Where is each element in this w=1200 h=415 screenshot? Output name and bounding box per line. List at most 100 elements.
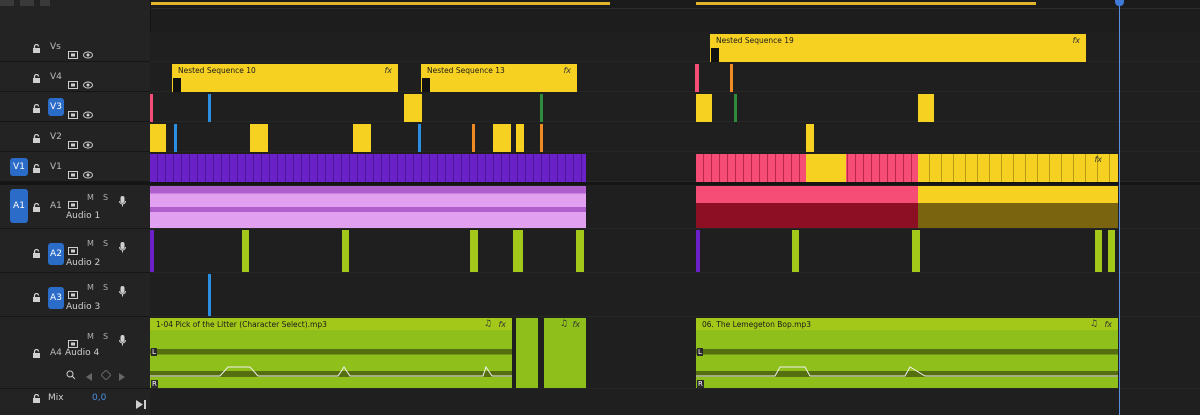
lock-icon[interactable] bbox=[32, 164, 41, 173]
skip-to-end-icon[interactable] bbox=[136, 394, 146, 413]
prev-keyframe-icon[interactable] bbox=[86, 366, 93, 385]
sync-lock-icon[interactable] bbox=[68, 164, 78, 179]
eye-icon[interactable] bbox=[83, 134, 93, 149]
clip[interactable] bbox=[516, 124, 524, 152]
clip[interactable] bbox=[150, 124, 166, 152]
clip[interactable] bbox=[734, 94, 737, 122]
lock-icon[interactable] bbox=[32, 394, 41, 403]
clip-nested-sequence-10[interactable]: Nested Sequence 10 fx bbox=[172, 64, 398, 92]
clip[interactable] bbox=[353, 124, 371, 152]
clip[interactable] bbox=[208, 94, 211, 122]
solo-toggle[interactable]: S bbox=[103, 193, 108, 202]
lane-a4[interactable]: 1-04 Pick of the Litter (Character Selec… bbox=[150, 317, 1200, 389]
next-keyframe-icon[interactable] bbox=[119, 366, 126, 385]
clip[interactable] bbox=[1095, 230, 1102, 272]
clip-nested-sequence-19[interactable]: Nested Sequence 19 fx bbox=[710, 34, 1086, 62]
clip[interactable] bbox=[792, 230, 799, 272]
lane-a2[interactable] bbox=[150, 229, 1200, 273]
sync-lock-icon[interactable] bbox=[68, 104, 78, 119]
mic-icon[interactable] bbox=[119, 331, 126, 346]
fx-badge[interactable]: fx bbox=[563, 66, 571, 75]
clip[interactable] bbox=[493, 124, 511, 152]
clip[interactable] bbox=[513, 230, 523, 272]
volume-keyframe-lines[interactable] bbox=[150, 317, 1200, 389]
clip[interactable] bbox=[912, 230, 920, 272]
lane-a1[interactable] bbox=[150, 185, 1200, 229]
lane-v2[interactable] bbox=[150, 122, 1200, 152]
source-patch-a1[interactable]: A1 bbox=[10, 189, 28, 223]
mic-icon[interactable] bbox=[119, 238, 126, 253]
solo-toggle[interactable]: S bbox=[103, 283, 108, 292]
eye-icon[interactable] bbox=[83, 74, 93, 89]
lane-mix[interactable] bbox=[150, 389, 1200, 415]
sync-lock-icon[interactable] bbox=[68, 134, 78, 149]
clip[interactable] bbox=[470, 230, 478, 272]
clip[interactable] bbox=[404, 94, 422, 122]
work-area-bar[interactable] bbox=[150, 2, 610, 5]
eye-icon[interactable] bbox=[83, 164, 93, 179]
sync-lock-icon[interactable] bbox=[68, 44, 78, 59]
clip[interactable] bbox=[806, 124, 814, 152]
clip[interactable] bbox=[472, 124, 475, 152]
clip[interactable] bbox=[342, 230, 349, 272]
clip[interactable] bbox=[576, 230, 584, 272]
clip[interactable] bbox=[918, 94, 934, 122]
lock-icon[interactable] bbox=[32, 293, 41, 302]
clip[interactable] bbox=[696, 230, 700, 272]
sync-lock-icon[interactable] bbox=[68, 74, 78, 89]
lane-v4[interactable]: Nested Sequence 10 fx Nested Sequence 13… bbox=[150, 62, 1200, 92]
clip-audio-1[interactable] bbox=[150, 186, 586, 228]
clip-sliver[interactable] bbox=[695, 64, 699, 92]
lock-icon[interactable] bbox=[32, 349, 41, 358]
lock-icon[interactable] bbox=[32, 44, 41, 53]
add-keyframe-icon[interactable] bbox=[100, 365, 112, 384]
sync-lock-icon[interactable] bbox=[68, 240, 78, 255]
sync-lock-icon[interactable] bbox=[68, 333, 78, 348]
lane-v3[interactable] bbox=[150, 92, 1200, 122]
fx-badge[interactable]: fx bbox=[1072, 36, 1080, 45]
lane-v1[interactable]: fx bbox=[150, 152, 1200, 182]
clip[interactable] bbox=[1108, 230, 1115, 272]
track-target-a2[interactable]: A2 bbox=[48, 243, 64, 265]
clip[interactable] bbox=[418, 124, 421, 152]
clip[interactable] bbox=[540, 124, 543, 152]
lock-icon[interactable] bbox=[32, 249, 41, 258]
mute-toggle[interactable]: M bbox=[87, 283, 94, 292]
clip[interactable] bbox=[150, 230, 154, 272]
fx-badge[interactable]: fx bbox=[384, 66, 392, 75]
clip[interactable] bbox=[208, 274, 211, 316]
sync-lock-icon[interactable] bbox=[68, 194, 78, 209]
sync-lock-icon[interactable] bbox=[68, 284, 78, 299]
eye-icon[interactable] bbox=[83, 104, 93, 119]
clip[interactable] bbox=[250, 124, 268, 152]
clip[interactable] bbox=[806, 154, 846, 182]
clip[interactable] bbox=[540, 94, 543, 122]
playhead[interactable] bbox=[1119, 0, 1120, 415]
solo-toggle[interactable]: S bbox=[103, 239, 108, 248]
track-target-a3[interactable]: A3 bbox=[48, 287, 64, 309]
clip[interactable] bbox=[150, 94, 153, 122]
clip-video-sequence[interactable] bbox=[150, 154, 586, 182]
clip-audio-1[interactable] bbox=[918, 186, 1118, 228]
work-area-bar[interactable] bbox=[696, 2, 1036, 5]
keyframe-search-icon[interactable] bbox=[66, 365, 76, 384]
mic-icon[interactable] bbox=[119, 282, 126, 297]
mute-toggle[interactable]: M bbox=[87, 193, 94, 202]
mute-toggle[interactable]: M bbox=[87, 239, 94, 248]
clip[interactable] bbox=[242, 230, 249, 272]
mic-icon[interactable] bbox=[119, 192, 126, 207]
lane-v5[interactable]: Nested Sequence 19 fx bbox=[150, 32, 1200, 62]
clip-audio-1[interactable] bbox=[696, 186, 918, 228]
mix-volume-value[interactable]: 0,0 bbox=[92, 393, 106, 403]
lane-a3[interactable] bbox=[150, 273, 1200, 317]
time-ruler[interactable] bbox=[150, 0, 1200, 9]
source-patch-v1[interactable]: V1 bbox=[10, 158, 28, 176]
solo-toggle[interactable]: S bbox=[103, 332, 108, 341]
fx-badge[interactable]: fx bbox=[1094, 155, 1102, 164]
clip-nested-sequence-13[interactable]: Nested Sequence 13 fx bbox=[421, 64, 577, 92]
mute-toggle[interactable]: M bbox=[87, 332, 94, 341]
lock-icon[interactable] bbox=[32, 74, 41, 83]
lock-icon[interactable] bbox=[32, 203, 41, 212]
lock-icon[interactable] bbox=[32, 134, 41, 143]
eye-icon[interactable] bbox=[83, 44, 93, 59]
